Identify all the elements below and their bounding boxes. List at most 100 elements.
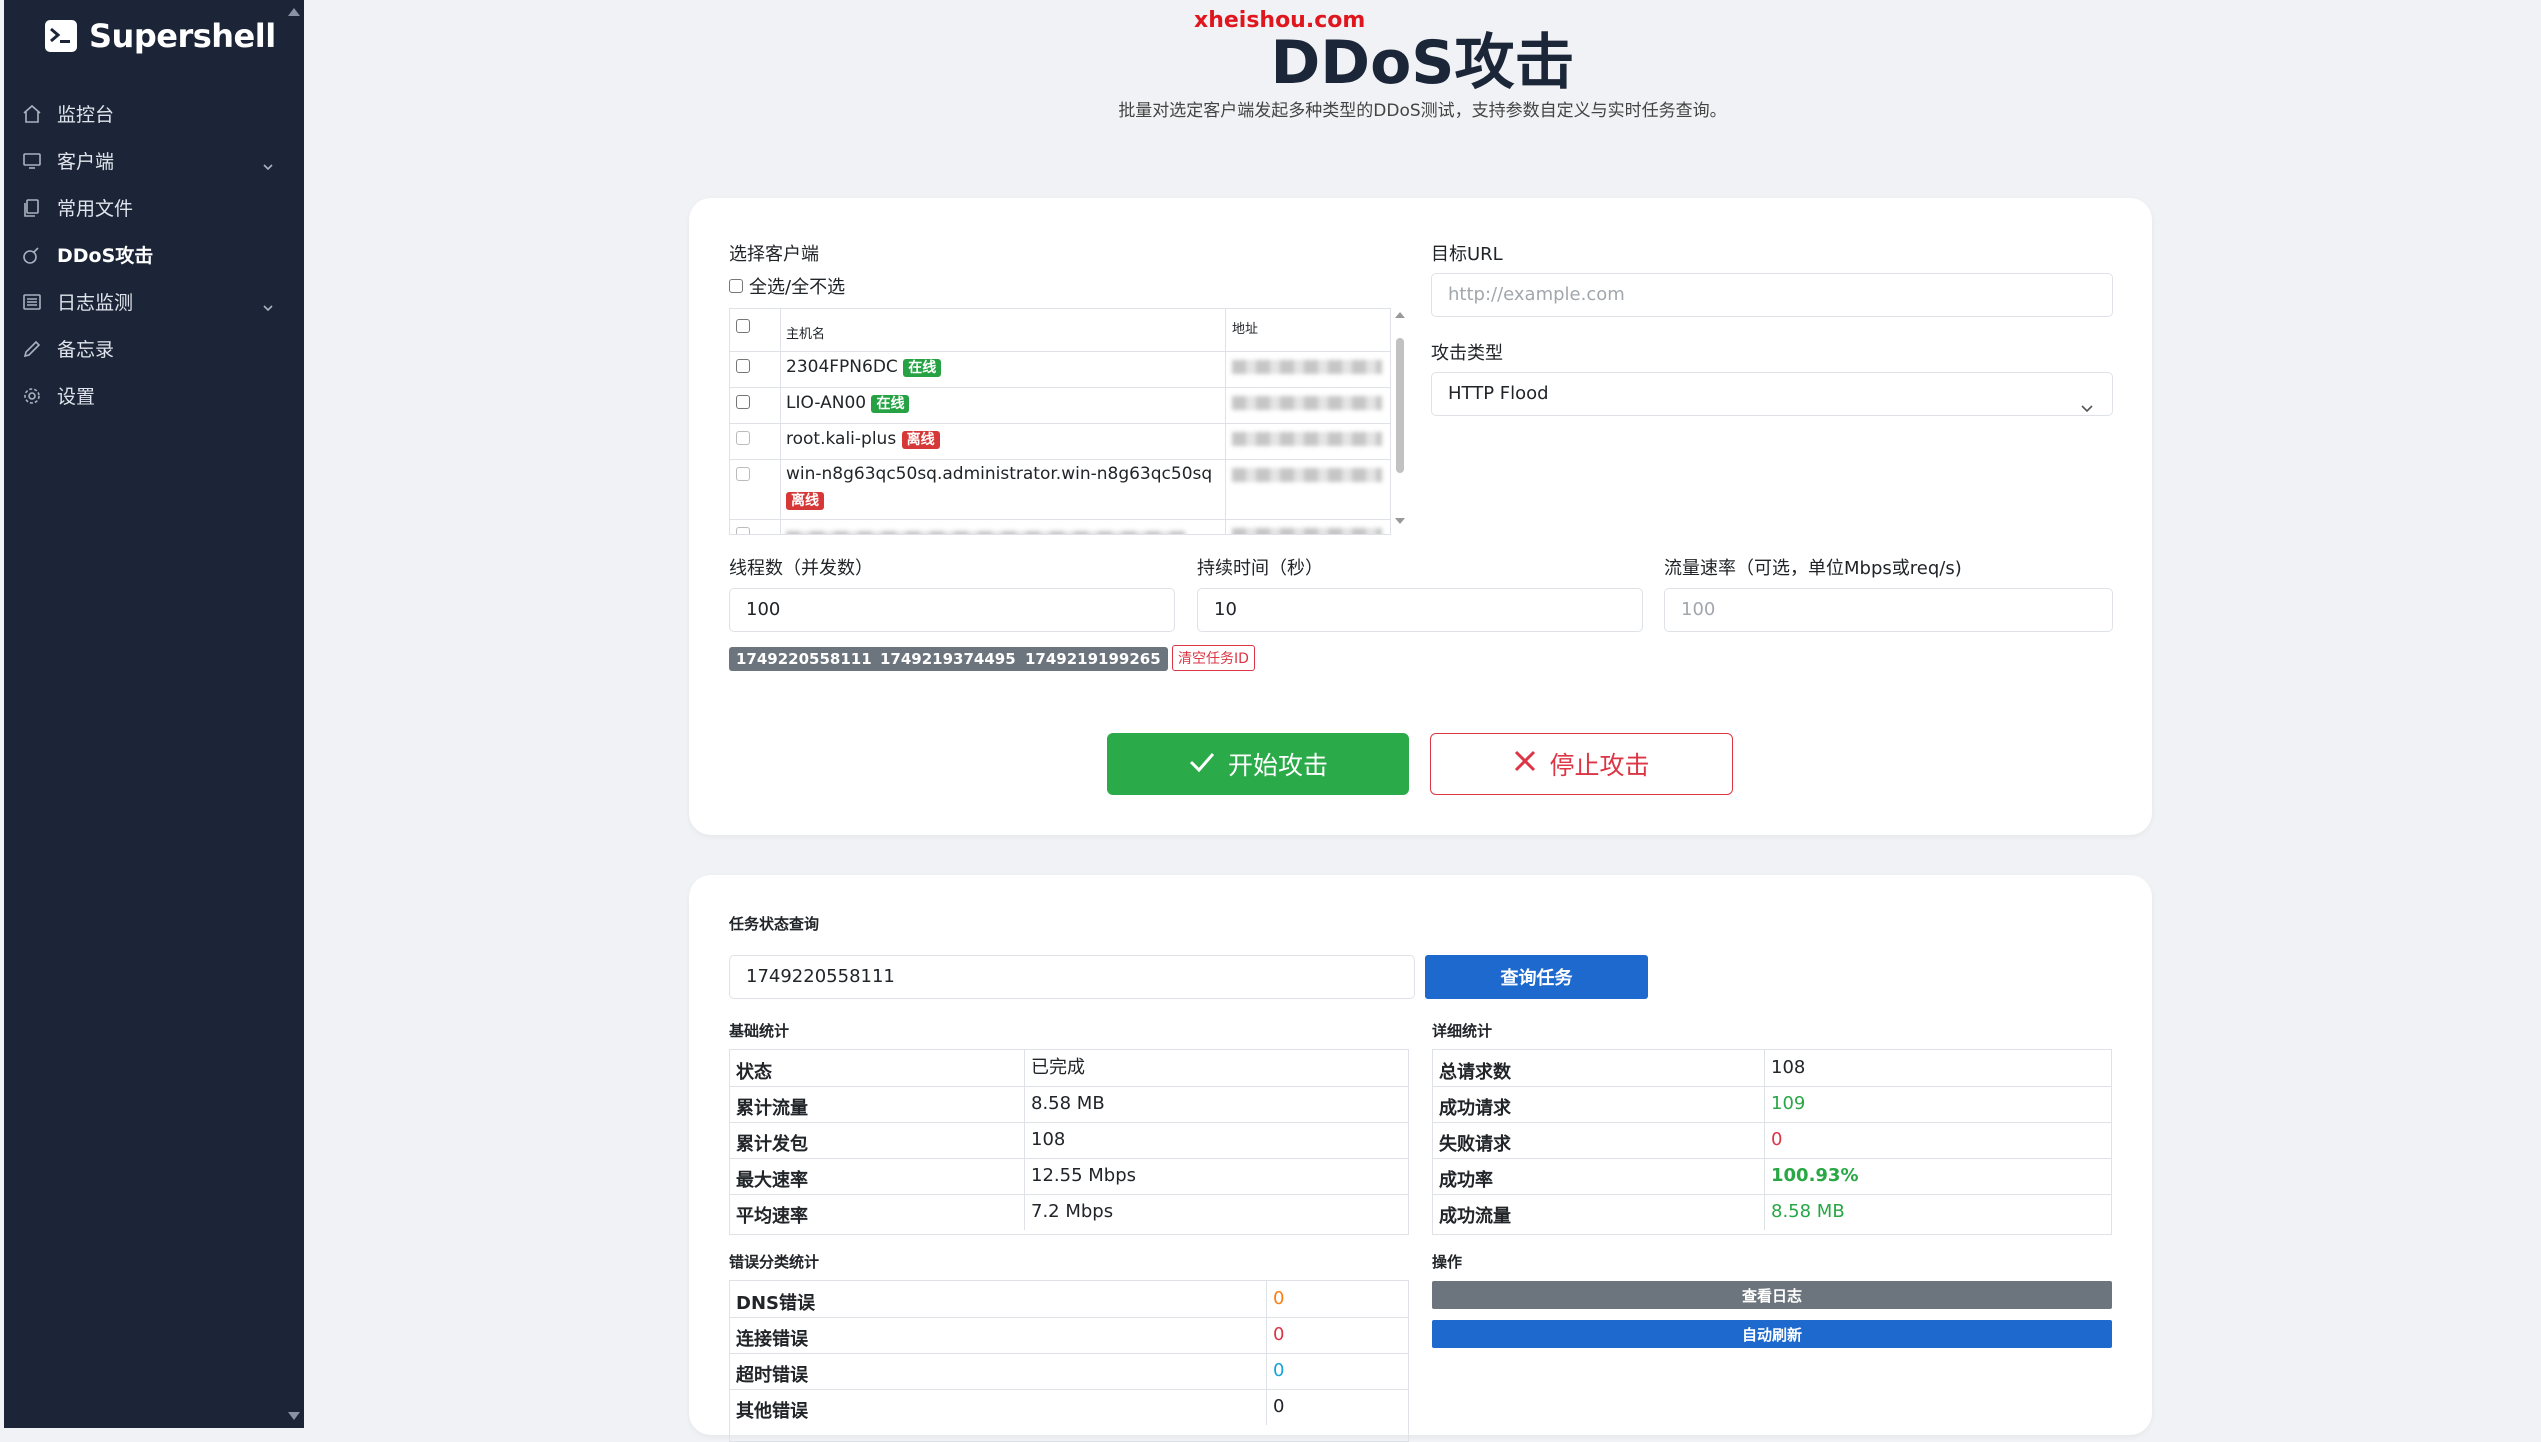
- target-url-input[interactable]: http://example.com: [1431, 273, 2113, 317]
- stat-row: 最大速率 12.55 Mbps: [730, 1158, 1408, 1195]
- select-all-checkbox[interactable]: [729, 279, 743, 293]
- scroll-down-arrow[interactable]: [288, 1412, 300, 1420]
- stat-row: 其他错误 0: [730, 1389, 1408, 1425]
- query-task-button[interactable]: 查询任务: [1425, 955, 1648, 999]
- table-row[interactable]: LIO-AN00 在线: [730, 387, 1390, 424]
- chevron-down-icon: [2080, 388, 2094, 430]
- check-icon: [1188, 750, 1216, 779]
- sidebar-nav: 监控台 客户端 常用文件 DDoS攻击 日志监测 备忘录 设置: [4, 90, 304, 419]
- detail-stats-title: 详细统计: [1432, 1022, 1493, 1040]
- scroll-up-arrow[interactable]: [288, 8, 300, 16]
- stat-row: 累计流量 8.58 MB: [730, 1086, 1408, 1123]
- files-icon: [21, 197, 43, 219]
- stat-row: 超时错误 0: [730, 1353, 1408, 1390]
- sidebar-item-clients[interactable]: 客户端: [4, 137, 304, 184]
- task-query-card: 任务状态查询 1749220558111 查询任务 基础统计 状态 已完成 累计流…: [689, 875, 2152, 1442]
- threads-label: 线程数（并发数）: [729, 558, 873, 579]
- sidebar-item-dashboard[interactable]: 监控台: [4, 90, 304, 137]
- app-name: Supershell: [89, 17, 276, 55]
- terminal-icon: [45, 20, 77, 52]
- sidebar-item-label: 常用文件: [57, 198, 134, 220]
- table-header: 主机名 地址: [730, 309, 1390, 352]
- redacted-address: [1232, 360, 1382, 374]
- stop-attack-button[interactable]: 停止攻击: [1430, 733, 1733, 795]
- redacted-address: [1232, 432, 1382, 446]
- status-badge: 离线: [786, 492, 824, 510]
- page-subtitle: 批量对选定客户端发起多种类型的DDoS测试，支持参数自定义与实时任务查询。: [1118, 101, 1727, 121]
- select-all-label: 全选/全不选: [749, 277, 846, 298]
- bomb-icon: [21, 244, 43, 266]
- stat-row: 失败请求 0: [1433, 1122, 2111, 1159]
- client-host: 2304FPN6DC: [786, 357, 898, 377]
- basic-stats-title: 基础统计: [729, 1022, 790, 1040]
- app-logo[interactable]: Supershell: [45, 17, 276, 55]
- list-icon: [21, 291, 43, 313]
- table-scroll-up[interactable]: [1395, 312, 1405, 318]
- client-select-label: 选择客户端: [729, 244, 819, 265]
- stop-attack-label: 停止攻击: [1549, 751, 1650, 780]
- header-checkbox[interactable]: [736, 319, 750, 333]
- view-log-button[interactable]: 查看日志: [1432, 1281, 2112, 1309]
- task-id-input[interactable]: 1749220558111: [729, 955, 1415, 999]
- attack-form-card: 选择客户端 全选/全不选 主机名 地址 2304FPN6DC 在线 LIO-AN…: [689, 198, 2152, 835]
- sidebar-item-label: DDoS攻击: [57, 245, 154, 267]
- pencil-icon: [21, 338, 43, 360]
- table-row-partial[interactable]: [730, 519, 1390, 534]
- table-scroll-down[interactable]: [1395, 518, 1405, 524]
- client-host: LIO-AN00: [786, 393, 867, 413]
- task-id-chip[interactable]: 1749219374495: [873, 647, 1023, 671]
- error-stats-table: DNS错误 0 连接错误 0 超时错误 0 其他错误 0: [729, 1280, 1409, 1442]
- stat-row: 总请求数 108: [1433, 1050, 2111, 1087]
- row-checkbox[interactable]: [736, 395, 750, 409]
- error-stats-title: 错误分类统计: [729, 1253, 820, 1271]
- host-column-header: 主机名: [786, 327, 826, 342]
- auto-refresh-button[interactable]: 自动刷新: [1432, 1320, 2112, 1348]
- sidebar: Supershell 监控台 客户端 常用文件 DDoS攻击 日志监测 备忘录: [4, 0, 304, 1428]
- attack-type-select[interactable]: HTTP Flood: [1431, 372, 2113, 416]
- stat-row: 成功率 100.93%: [1433, 1158, 2111, 1195]
- detail-stats-table: 总请求数 108 成功请求 109 失败请求 0 成功率 100.93% 成功流量 8.5…: [1432, 1049, 2112, 1235]
- threads-input[interactable]: 100: [729, 588, 1175, 632]
- table-scrollbar[interactable]: [1396, 338, 1404, 473]
- table-row[interactable]: root.kali-plus 离线: [730, 423, 1390, 460]
- sidebar-item-logs[interactable]: 日志监测: [4, 278, 304, 325]
- status-badge: 在线: [871, 395, 910, 413]
- attack-type-value: HTTP Flood: [1448, 383, 1549, 404]
- task-id-chip[interactable]: 1749220558111: [729, 647, 879, 671]
- row-checkbox[interactable]: [736, 359, 750, 373]
- client-host: root.kali-plus: [786, 429, 897, 449]
- page-title: DDoS攻击: [1270, 28, 1575, 98]
- table-row[interactable]: win-n8g63qc50sq.administrator.win-n8g63q…: [730, 459, 1390, 520]
- row-checkbox: [736, 527, 750, 534]
- sidebar-item-settings[interactable]: 设置: [4, 372, 304, 419]
- select-all-toggle[interactable]: 全选/全不选: [729, 273, 845, 299]
- stat-row: 成功流量 8.58 MB: [1433, 1194, 2111, 1230]
- client-host: win-n8g63qc50sq.administrator.win-n8g63q…: [786, 464, 1213, 484]
- sidebar-item-label: 监控台: [57, 104, 115, 126]
- duration-label: 持续时间（秒）: [1197, 558, 1323, 579]
- ops-title: 操作: [1432, 1253, 1463, 1271]
- sidebar-item-label: 设置: [57, 386, 96, 408]
- row-checkbox: [736, 467, 750, 481]
- sidebar-item-label: 日志监测: [57, 292, 134, 314]
- redacted-host: [786, 531, 1186, 534]
- task-id-chip[interactable]: 1749219199265: [1018, 647, 1168, 671]
- rate-input[interactable]: 100: [1664, 588, 2113, 632]
- status-badge: 离线: [901, 431, 940, 449]
- monitor-icon: [21, 150, 43, 172]
- task-query-title: 任务状态查询: [729, 915, 820, 933]
- sidebar-item-label: 客户端: [57, 151, 115, 173]
- sidebar-item-ddos[interactable]: DDoS攻击: [4, 231, 304, 278]
- sidebar-item-memo[interactable]: 备忘录: [4, 325, 304, 372]
- start-attack-button[interactable]: 开始攻击: [1107, 733, 1409, 795]
- duration-input[interactable]: 10: [1197, 588, 1643, 632]
- sidebar-item-files[interactable]: 常用文件: [4, 184, 304, 231]
- clear-task-ids-button[interactable]: 清空任务ID: [1172, 645, 1255, 671]
- chevron-down-icon: [262, 154, 274, 176]
- row-checkbox: [736, 431, 750, 445]
- stat-row: DNS错误 0: [730, 1281, 1408, 1318]
- table-row[interactable]: 2304FPN6DC 在线: [730, 351, 1390, 388]
- gear-icon: [21, 385, 43, 407]
- stat-row: 成功请求 109: [1433, 1086, 2111, 1123]
- basic-stats-table: 状态 已完成 累计流量 8.58 MB 累计发包 108 最大速率 12.55 Mbps…: [729, 1049, 1409, 1235]
